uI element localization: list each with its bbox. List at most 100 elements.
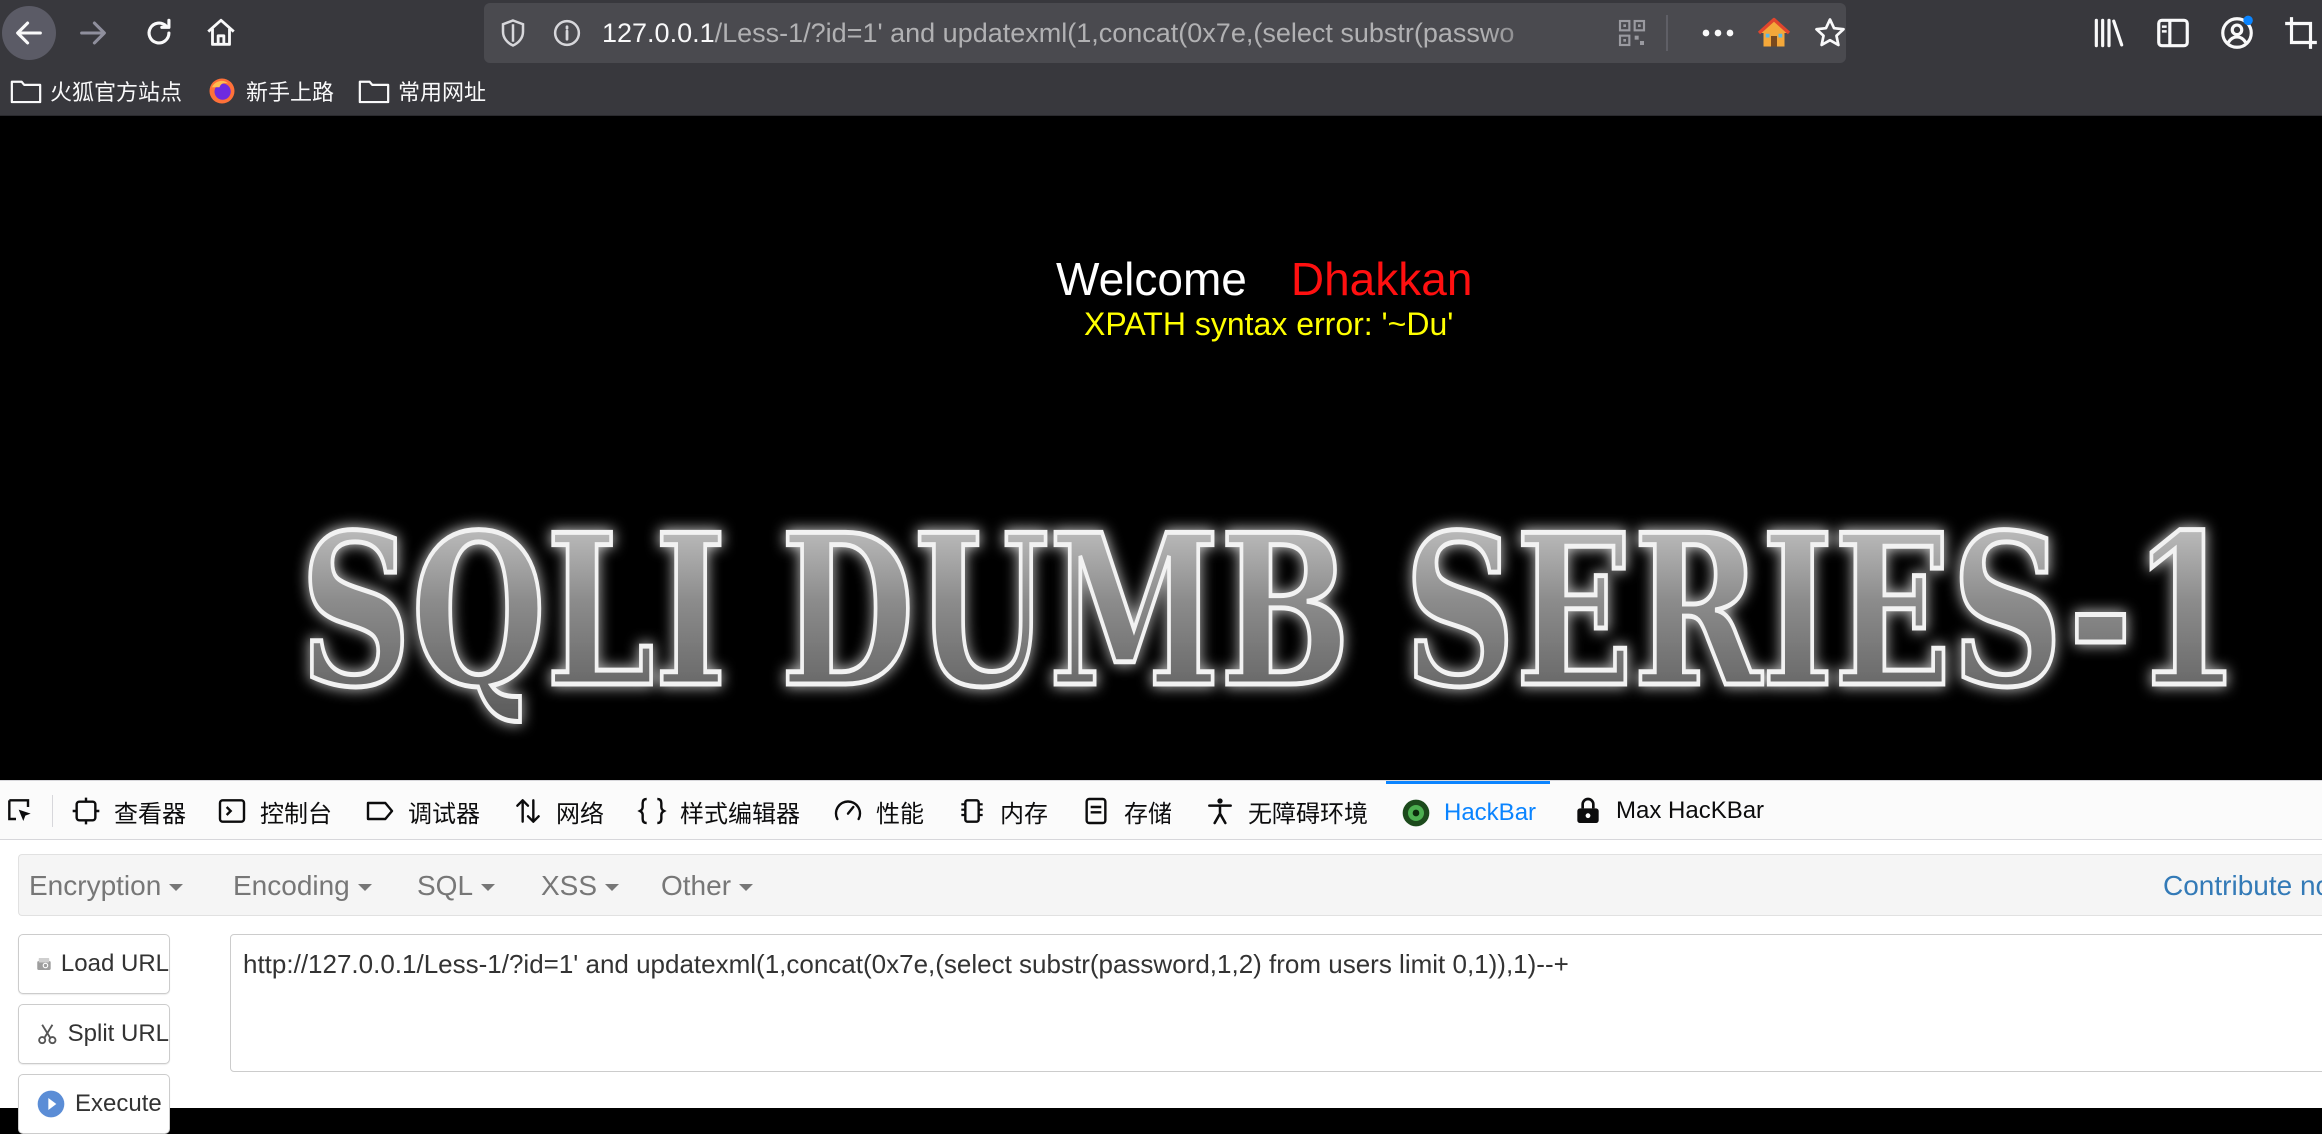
tab-accessibility[interactable]: 无障碍环境 xyxy=(1204,781,1368,841)
tab-label: 查看器 xyxy=(114,800,186,828)
tab-hackbar[interactable]: HackBar xyxy=(1386,781,1551,841)
caret-down-icon xyxy=(169,884,184,892)
menu-encryption[interactable]: Encryption xyxy=(29,855,184,917)
menu-label: SQL xyxy=(417,870,474,901)
tab-label: 网络 xyxy=(556,800,604,828)
url-text[interactable]: 127.0.0.1/Less-1/?id=1' and updatexml(1,… xyxy=(602,3,1562,63)
bookmarks-toolbar: 火狐官方站点 新手上路 常用网址 xyxy=(0,66,2322,116)
tab-label: 调试器 xyxy=(408,800,480,828)
memory-icon xyxy=(961,799,983,823)
button-label: Split URL xyxy=(67,1020,169,1047)
menu-label: Encryption xyxy=(29,870,162,901)
url-path: /Less-1/?id=1' and updatexml(1,concat(0x… xyxy=(714,18,1515,48)
xpath-error-text: XPATH syntax error: '~Du' xyxy=(1084,306,1454,342)
bookmark-star-icon[interactable] xyxy=(1812,15,1848,51)
contribute-link[interactable]: Contribute no xyxy=(2163,855,2322,917)
inspector-icon xyxy=(72,797,100,825)
home-icon xyxy=(207,18,235,46)
bookmark-label: 新手上路 xyxy=(246,80,335,105)
caret-down-icon xyxy=(481,884,496,892)
gauge-icon xyxy=(834,800,862,821)
tab-style-editor[interactable]: 样式编辑器 xyxy=(636,781,800,841)
tab-inspector[interactable]: 查看器 xyxy=(70,781,186,841)
storage-icon xyxy=(1085,797,1107,825)
info-icon[interactable] xyxy=(552,18,582,48)
tab-storage[interactable]: 存储 xyxy=(1080,781,1172,841)
sidebar-icon[interactable] xyxy=(2154,14,2192,52)
tab-max-hackbar[interactable]: Max HacKBar xyxy=(1572,781,1764,841)
element-picker-button[interactable] xyxy=(4,781,36,841)
crop-icon[interactable] xyxy=(2282,14,2320,52)
load-url-icon xyxy=(37,958,51,970)
menu-label: Other xyxy=(661,870,732,901)
console-icon xyxy=(218,799,246,823)
tab-console[interactable]: 控制台 xyxy=(216,781,332,841)
tab-label: 样式编辑器 xyxy=(680,800,800,828)
tab-label: 性能 xyxy=(876,800,924,828)
tab-performance[interactable]: 性能 xyxy=(832,781,924,841)
account-icon[interactable] xyxy=(2218,14,2256,52)
load-url-button[interactable]: Load URL xyxy=(18,934,170,994)
tab-label: HackBar xyxy=(1444,798,1537,826)
url-separator xyxy=(1666,15,1668,51)
url-fade xyxy=(1484,7,1574,59)
url-host: 127.0.0.1 xyxy=(602,18,715,48)
button-label: Load URL xyxy=(60,950,169,977)
qr-code-icon[interactable] xyxy=(1616,17,1648,49)
bookmark-label: 火狐官方站点 xyxy=(50,80,183,105)
debugger-icon xyxy=(366,801,394,821)
menu-encoding[interactable]: Encoding xyxy=(233,855,372,917)
menu-label: Encoding xyxy=(233,870,350,901)
caret-down-icon xyxy=(357,884,372,892)
tab-label: 控制台 xyxy=(260,800,332,828)
bookmark-item[interactable]: 常用网址 xyxy=(358,74,486,108)
split-url-button[interactable]: Split URL xyxy=(18,1004,170,1064)
browser-toolbar: 127.0.0.1/Less-1/?id=1' and updatexml(1,… xyxy=(0,0,2322,66)
hackbar-menubar: Encryption Encoding SQL XSS Other Contri… xyxy=(18,854,2322,916)
bookmark-item[interactable]: 新手上路 xyxy=(206,74,334,108)
devtools-tabbar: 查看器 控制台 调试器 网络 样式编辑器 性能 内存 存储 无障碍环境 Hack… xyxy=(0,780,2322,840)
back-button[interactable] xyxy=(2,6,56,60)
execute-button[interactable]: Execute xyxy=(18,1074,170,1134)
menu-sql[interactable]: SQL xyxy=(417,855,496,917)
tab-label: Max HacKBar xyxy=(1616,797,1765,824)
more-actions-icon[interactable] xyxy=(1698,16,1738,50)
menu-other[interactable]: Other xyxy=(661,855,754,917)
play-icon xyxy=(37,1090,65,1118)
welcome-line: Welcome Dhakkan xyxy=(1056,252,1472,306)
sqli-banner-logo: SQLI DUMB SERIES-1 xyxy=(298,488,2243,737)
arrow-left-icon xyxy=(16,21,42,45)
network-icon xyxy=(516,799,540,823)
url-textarea[interactable]: http://127.0.0.1/Less-1/?id=1' and updat… xyxy=(230,934,2322,1072)
button-label: Execute xyxy=(75,1090,162,1117)
welcome-text: Welcome xyxy=(1056,253,1247,305)
hackbar-panel: Encryption Encoding SQL XSS Other Contri… xyxy=(0,840,2322,1134)
forward-button[interactable] xyxy=(66,6,120,60)
reload-button[interactable] xyxy=(132,6,186,60)
house-extension-icon[interactable] xyxy=(1756,15,1792,51)
address-bar[interactable]: 127.0.0.1/Less-1/?id=1' and updatexml(1,… xyxy=(484,3,1846,63)
caret-down-icon xyxy=(739,884,754,892)
tab-label: 内存 xyxy=(1000,800,1048,828)
reload-icon xyxy=(147,18,171,45)
library-icon[interactable] xyxy=(2090,14,2128,52)
folder-icon xyxy=(358,80,390,104)
tab-network[interactable]: 网络 xyxy=(512,781,604,841)
tab-label: 无障碍环境 xyxy=(1248,800,1368,828)
tab-label: 存储 xyxy=(1124,800,1172,828)
accessibility-icon xyxy=(1208,798,1232,825)
tab-debugger[interactable]: 调试器 xyxy=(364,781,480,841)
lock-icon xyxy=(1577,797,1599,823)
menu-label: XSS xyxy=(541,870,598,901)
bookmark-item[interactable]: 火狐官方站点 xyxy=(10,74,182,108)
shield-icon[interactable] xyxy=(498,18,528,48)
tab-memory[interactable]: 内存 xyxy=(956,781,1048,841)
caret-down-icon xyxy=(605,884,620,892)
element-picker-icon xyxy=(8,799,31,821)
svg-text:SQLI DUMB SERIES-1: SQLI DUMB SERIES-1 xyxy=(300,490,2240,734)
tab-separator xyxy=(52,795,53,827)
firefox-icon xyxy=(209,78,235,104)
menu-xss[interactable]: XSS xyxy=(541,855,620,917)
bookmark-label: 常用网址 xyxy=(398,80,487,105)
home-button[interactable] xyxy=(194,6,248,60)
